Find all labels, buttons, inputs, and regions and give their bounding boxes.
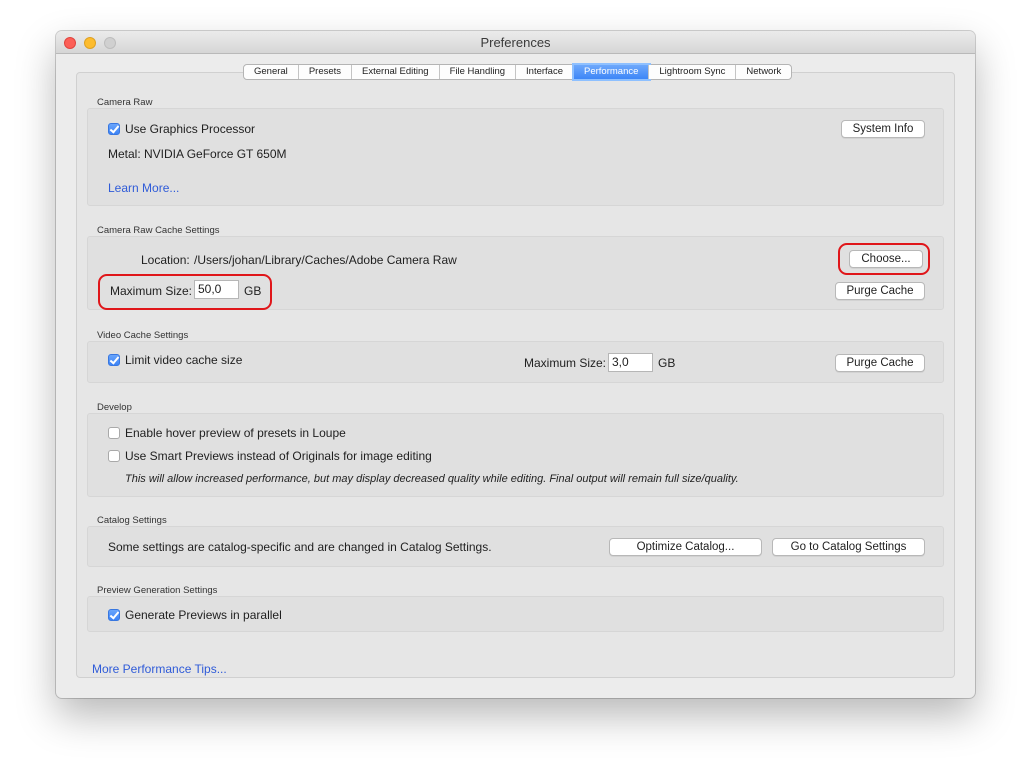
window-title: Preferences [480,35,551,50]
tab-interface[interactable]: Interface [516,65,574,79]
parallel-previews-checkbox[interactable] [108,609,120,621]
cache-max-size-label: Maximum Size: [110,284,193,298]
video-size-unit: GB [658,356,676,370]
camera-raw-panel: Use Graphics Processor System Info Metal… [87,108,944,206]
smart-previews-checkbox[interactable] [108,450,120,462]
tab-presets[interactable]: Presets [298,65,353,79]
cache-location-value: /Users/johan/Library/Caches/Adobe Camera… [194,253,457,267]
purge-video-cache-button[interactable]: Purge Cache [835,354,925,372]
video-max-size-label: Maximum Size: [524,356,607,370]
develop-note: This will allow increased performance, b… [125,473,739,485]
tab-network[interactable]: Network [736,65,792,79]
system-info-button[interactable]: System Info [841,120,925,138]
catalog-panel: Some settings are catalog-specific and a… [87,526,944,567]
choose-button[interactable]: Choose... [849,250,923,268]
smart-previews-label: Use Smart Previews instead of Originals … [125,449,432,463]
tab-lightroom-sync[interactable]: Lightroom Sync [649,65,737,79]
preview-generation-panel: Generate Previews in parallel [87,596,944,632]
develop-panel: Enable hover preview of presets in Loupe… [87,413,944,497]
more-performance-tips-link[interactable]: More Performance Tips... [92,662,227,676]
tab-external-editing[interactable]: External Editing [352,65,440,79]
go-to-catalog-settings-button[interactable]: Go to Catalog Settings [772,538,925,556]
hover-preview-checkbox[interactable] [108,427,120,439]
tab-general[interactable]: General [244,65,299,79]
cache-max-size-input[interactable]: 50,0 [194,280,239,299]
gpu-metal-text: Metal: NVIDIA GeForce GT 650M [108,147,287,161]
limit-video-cache-label: Limit video cache size [125,353,243,367]
cache-location-label: Location: [141,253,190,267]
cache-section-label: Camera Raw Cache Settings [97,225,220,236]
learn-more-link[interactable]: Learn More... [108,181,179,195]
use-gpu-checkbox[interactable] [108,123,120,135]
performance-pane: Camera Raw Use Graphics Processor System… [76,72,955,678]
video-cache-panel: Limit video cache size Maximum Size: 3,0… [87,341,944,383]
catalog-section-label: Catalog Settings [97,515,167,526]
optimize-catalog-button[interactable]: Optimize Catalog... [609,538,762,556]
cache-size-unit: GB [244,284,262,298]
hover-preview-label: Enable hover preview of presets in Loupe [125,426,346,440]
tab-file-handling[interactable]: File Handling [439,65,517,79]
preferences-window: Preferences General Presets External Edi… [56,31,975,698]
title-bar: Preferences [56,31,975,54]
camera-raw-section-label: Camera Raw [97,97,153,108]
tab-bar: General Presets External Editing File Ha… [243,64,793,80]
limit-video-cache-checkbox[interactable] [108,354,120,366]
video-max-size-input[interactable]: 3,0 [608,353,653,372]
purge-cache-button[interactable]: Purge Cache [835,282,925,300]
preview-generation-section-label: Preview Generation Settings [97,585,218,596]
tab-performance[interactable]: Performance [574,65,650,79]
develop-section-label: Develop [97,402,132,413]
parallel-previews-label: Generate Previews in parallel [125,608,282,622]
video-cache-section-label: Video Cache Settings [97,330,189,341]
use-gpu-label: Use Graphics Processor [125,122,256,136]
cache-panel: Location: /Users/johan/Library/Caches/Ad… [87,236,944,310]
catalog-description: Some settings are catalog-specific and a… [108,540,492,554]
